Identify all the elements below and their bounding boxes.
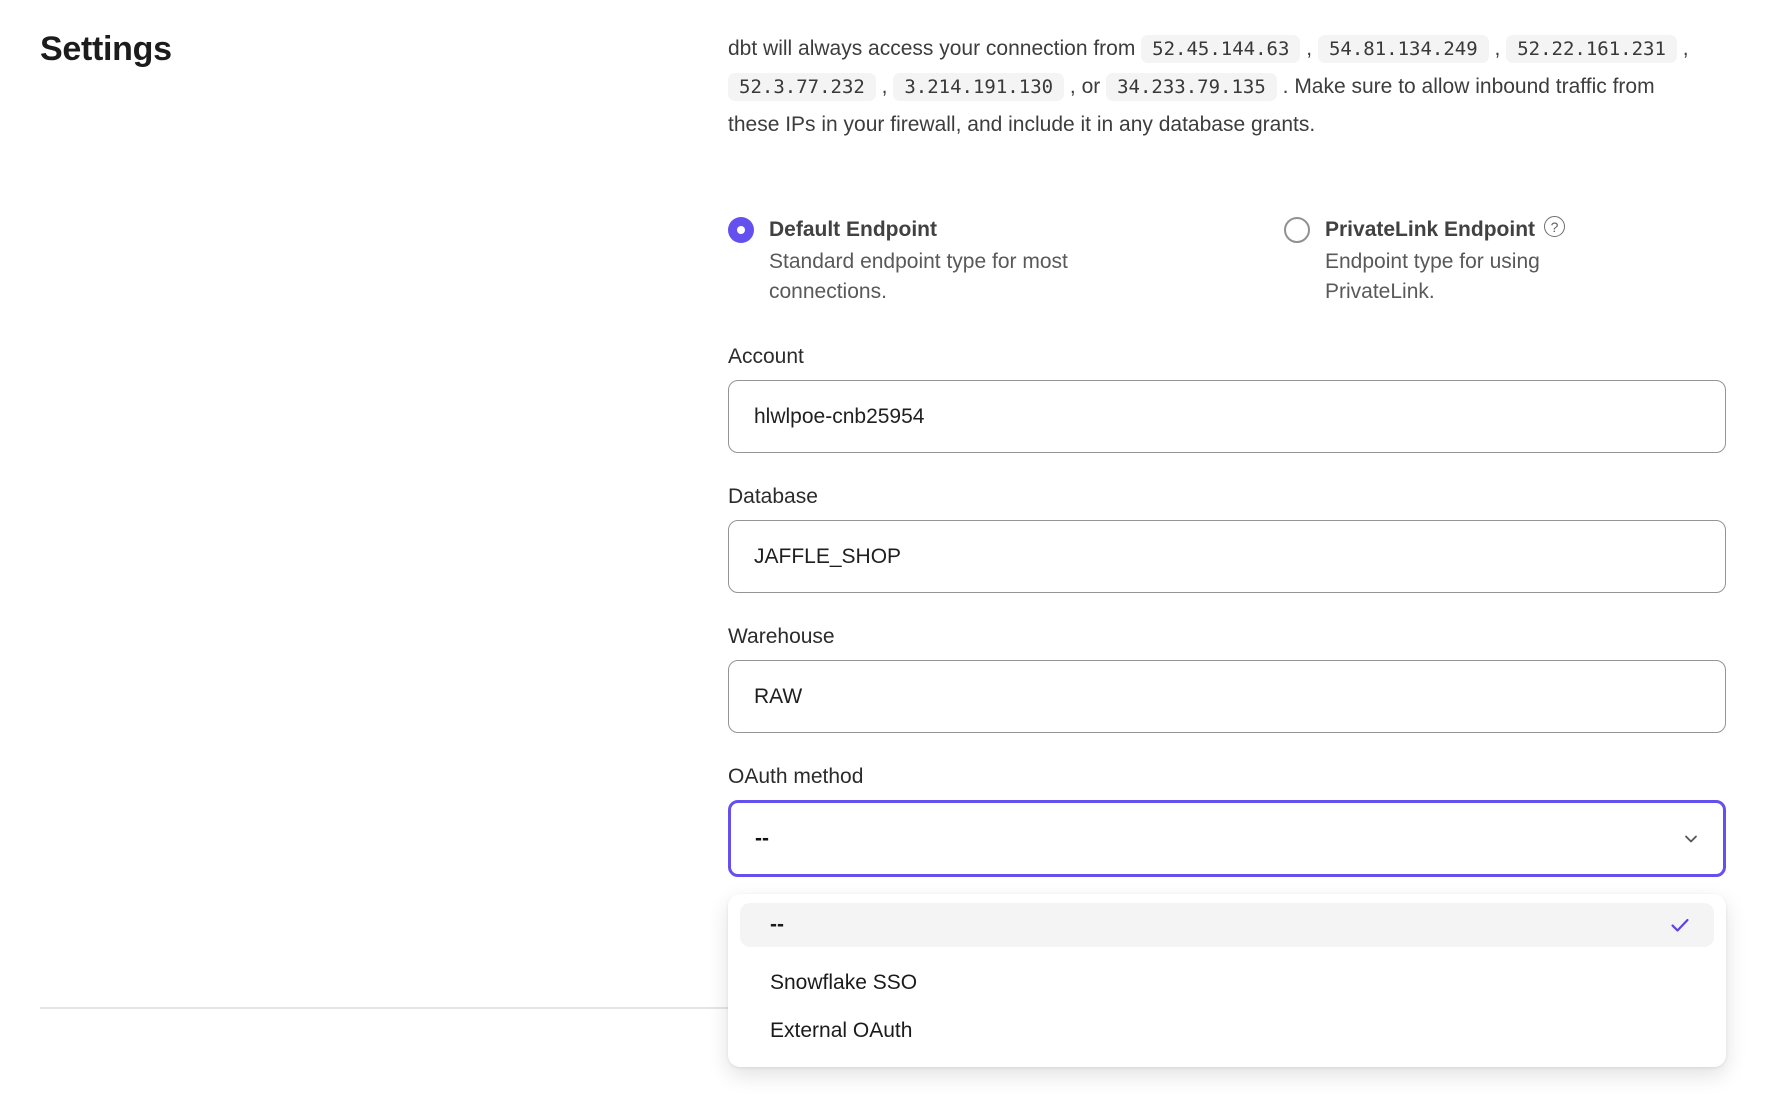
menu-option-snowflake-sso-label: Snowflake SSO — [770, 971, 917, 995]
radio-privatelink-endpoint[interactable]: PrivateLink Endpoint ? Endpoint type for… — [1284, 215, 1595, 307]
menu-option-external-oauth[interactable]: External OAuth — [740, 1007, 1714, 1055]
oauth-method-selected-value: -- — [755, 827, 769, 851]
account-input[interactable] — [728, 380, 1726, 453]
menu-option-none-label: -- — [770, 913, 784, 937]
check-icon — [1668, 913, 1692, 937]
ip-chip: 34.233.79.135 — [1106, 73, 1277, 101]
radio-default-endpoint-label: Default Endpoint — [769, 215, 937, 245]
oauth-method-field: OAuth method -- -- — [728, 762, 1726, 877]
ip-chip: 52.22.161.231 — [1506, 35, 1677, 63]
radio-privatelink-endpoint-texts: PrivateLink Endpoint ? Endpoint type for… — [1325, 215, 1595, 307]
warehouse-label: Warehouse — [728, 622, 1726, 652]
intro-text-segment: , — [1489, 37, 1507, 60]
page-title: Settings — [40, 30, 172, 69]
intro-text-segment: dbt will always access your connection f… — [728, 37, 1141, 60]
warehouse-field: Warehouse — [728, 622, 1726, 733]
menu-option-external-oauth-label: External OAuth — [770, 1019, 912, 1043]
help-icon[interactable]: ? — [1544, 216, 1565, 237]
settings-page: Settings dbt will always access your con… — [0, 0, 1770, 1114]
radio-privatelink-endpoint-description: Endpoint type for using PrivateLink. — [1325, 247, 1595, 307]
ip-chip: 52.45.144.63 — [1141, 35, 1300, 63]
oauth-method-menu: -- Snowflake SSO External OAuth — [728, 894, 1726, 1067]
intro-text-segment: , — [1300, 37, 1318, 60]
radio-selected-icon[interactable] — [728, 217, 754, 243]
radio-default-endpoint-texts: Default Endpoint Standard endpoint type … — [769, 215, 1119, 307]
account-field: Account — [728, 342, 1726, 453]
radio-unselected-icon[interactable] — [1284, 217, 1310, 243]
database-field: Database — [728, 482, 1726, 593]
ip-chip: 52.3.77.232 — [728, 73, 876, 101]
ip-chip: 54.81.134.249 — [1318, 35, 1489, 63]
warehouse-input[interactable] — [728, 660, 1726, 733]
oauth-method-select[interactable]: -- — [728, 800, 1726, 877]
radio-default-endpoint-description: Standard endpoint type for most connecti… — [769, 247, 1119, 307]
radio-privatelink-endpoint-label: PrivateLink Endpoint — [1325, 215, 1535, 245]
connection-settings-form: dbt will always access your connection f… — [728, 0, 1726, 877]
intro-text-segment: , — [1677, 37, 1689, 60]
menu-option-snowflake-sso[interactable]: Snowflake SSO — [740, 959, 1714, 1007]
intro-text-segment: , or — [1064, 75, 1106, 98]
ip-allowlist-text: dbt will always access your connection f… — [728, 30, 1696, 144]
intro-text-segment: , — [876, 75, 894, 98]
database-input[interactable] — [728, 520, 1726, 593]
menu-option-none[interactable]: -- — [740, 903, 1714, 947]
database-label: Database — [728, 482, 1726, 512]
ip-chip: 3.214.191.130 — [893, 73, 1064, 101]
radio-default-endpoint[interactable]: Default Endpoint Standard endpoint type … — [728, 215, 1284, 307]
chevron-down-icon — [1681, 829, 1701, 849]
endpoint-type-radio-group: Default Endpoint Standard endpoint type … — [728, 215, 1726, 307]
account-label: Account — [728, 342, 1726, 372]
oauth-method-label: OAuth method — [728, 762, 1726, 792]
